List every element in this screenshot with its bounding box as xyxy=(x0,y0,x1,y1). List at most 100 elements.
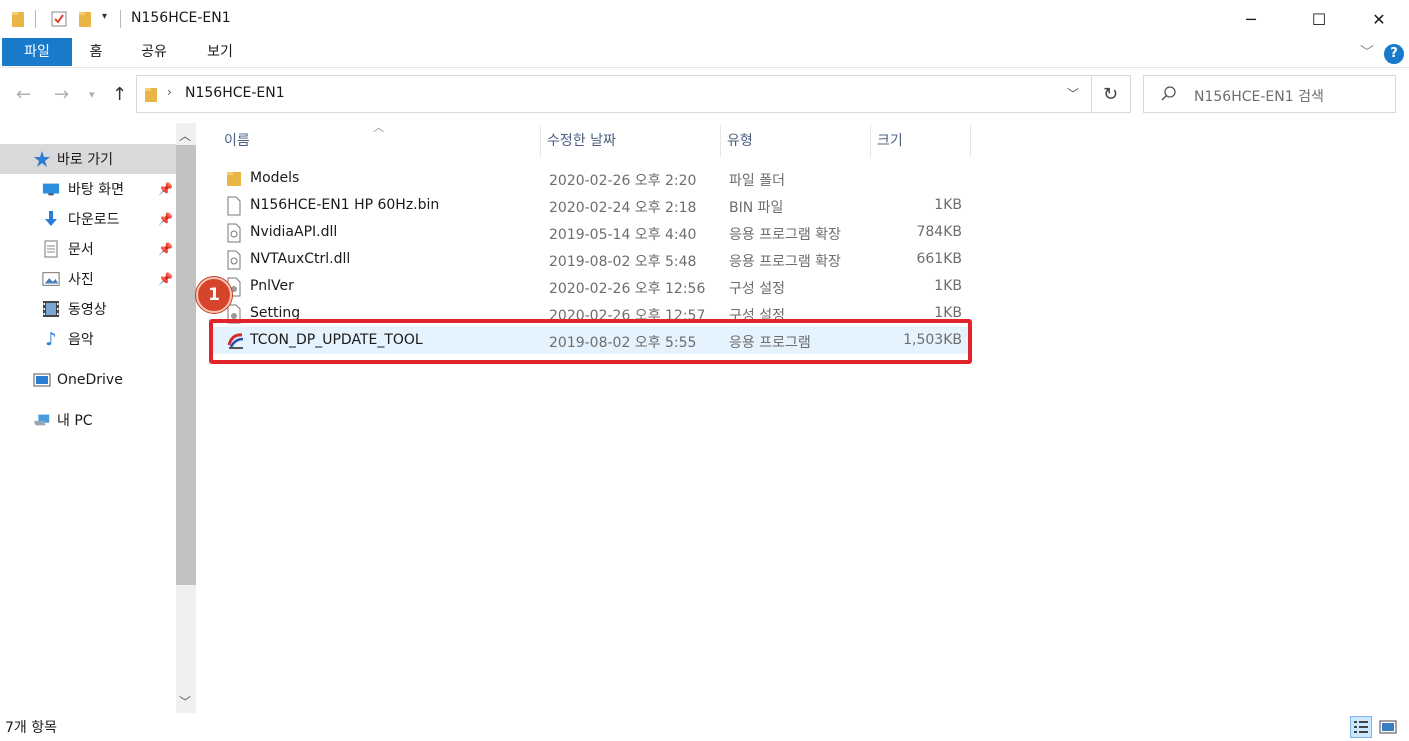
sidebar-item-label: 문서 xyxy=(68,242,94,258)
file-date: 2019-08-02 오후 5:55 xyxy=(549,335,697,351)
new-folder-icon[interactable] xyxy=(78,10,92,32)
expand-ribbon-icon[interactable]: ﹀ xyxy=(1360,42,1374,62)
file-row[interactable]: PnlVer 2020-02-26 오후 12:56 구성 설정 1KB xyxy=(210,273,970,300)
file-type: 구성 설정 xyxy=(729,281,785,297)
sidebar-item-pictures[interactable]: 사진 📌 xyxy=(0,264,176,294)
sidebar-item-label: 내 PC xyxy=(57,413,93,429)
close-button[interactable]: ✕ xyxy=(1356,0,1402,38)
config-icon xyxy=(226,304,244,324)
sidebar-item-documents[interactable]: 문서 📌 xyxy=(0,234,176,264)
sidebar-item-label: 음악 xyxy=(68,332,94,348)
file-name: NvidiaAPI.dll xyxy=(250,224,338,240)
file-row[interactable]: NVTAuxCtrl.dll 2019-08-02 오후 5:48 응용 프로그… xyxy=(210,246,970,273)
address-path[interactable]: N156HCE-EN1 xyxy=(185,85,285,101)
pin-icon[interactable]: 📌 xyxy=(158,212,173,226)
back-arrow-icon[interactable]: ← xyxy=(16,84,31,105)
sidebar-item-downloads[interactable]: 다운로드 📌 xyxy=(0,204,176,234)
picture-icon xyxy=(42,270,60,288)
separator xyxy=(120,10,121,28)
file-row[interactable]: Setting 2020-02-26 오후 12:57 구성 설정 1KB xyxy=(210,300,970,327)
maximize-button[interactable]: ☐ xyxy=(1296,0,1342,38)
sidebar-item-label: 바로 가기 xyxy=(57,152,113,168)
tab-share[interactable]: 공유 xyxy=(130,38,178,66)
pin-icon[interactable]: 📌 xyxy=(158,272,173,286)
ribbon-tabs: 파일 홈 공유 보기 ﹀ ? xyxy=(0,38,1409,68)
file-row[interactable]: N156HCE-EN1 HP 60Hz.bin 2020-02-24 오후 2:… xyxy=(210,192,970,219)
file-name: Setting xyxy=(250,305,301,321)
pin-icon[interactable]: 📌 xyxy=(158,242,173,256)
file-icon xyxy=(226,196,244,216)
sidebar-item-label: 바탕 화면 xyxy=(68,182,124,198)
file-date: 2020-02-26 오후 2:20 xyxy=(549,173,697,189)
file-date: 2019-08-02 오후 5:48 xyxy=(549,254,697,270)
folder-icon xyxy=(11,10,25,32)
up-arrow-icon[interactable]: ↑ xyxy=(112,84,127,105)
tab-file[interactable]: 파일 xyxy=(2,38,72,66)
help-button[interactable]: ? xyxy=(1384,44,1404,64)
file-date: 2020-02-24 오후 2:18 xyxy=(549,200,697,216)
music-icon: ♪ xyxy=(45,328,57,350)
file-type: 구성 설정 xyxy=(729,308,785,324)
details-view-icon xyxy=(1354,721,1368,733)
file-name: Models xyxy=(250,170,300,186)
desktop-icon xyxy=(42,180,60,198)
scroll-down-icon[interactable]: ﹀ xyxy=(179,693,191,710)
pin-icon[interactable]: 📌 xyxy=(158,182,173,196)
status-bar: 7개 항목 xyxy=(0,713,1409,741)
column-header-date[interactable]: 수정한 날짜 xyxy=(541,125,721,157)
step-badge: 1 xyxy=(196,277,232,313)
sidebar-item-label: 다운로드 xyxy=(68,212,120,228)
column-header-type[interactable]: 유형 xyxy=(721,125,871,157)
dll-icon xyxy=(226,250,244,270)
scrollbar-thumb[interactable] xyxy=(176,145,196,585)
file-row[interactable]: Models 2020-02-26 오후 2:20 파일 폴더 xyxy=(210,165,970,192)
sidebar-item-label: 동영상 xyxy=(68,302,107,318)
dll-icon xyxy=(226,223,244,243)
sidebar-item-label: 사진 xyxy=(68,272,94,288)
separator xyxy=(35,10,36,28)
properties-icon[interactable] xyxy=(50,10,68,32)
column-header-name[interactable]: 이름 xyxy=(218,125,541,157)
file-row[interactable]: NvidiaAPI.dll 2019-05-14 오후 4:40 응용 프로그램… xyxy=(210,219,970,246)
refresh-icon: ↻ xyxy=(1102,83,1119,105)
file-name: TCON_DP_UPDATE_TOOL xyxy=(250,332,423,348)
scroll-up-icon[interactable]: ︿ xyxy=(179,127,191,144)
sidebar-item-onedrive[interactable]: OneDrive xyxy=(0,365,176,395)
refresh-button[interactable]: ↻ xyxy=(1091,75,1131,113)
file-size: 661KB xyxy=(916,251,962,267)
tab-view[interactable]: 보기 xyxy=(196,38,244,66)
column-header-size[interactable]: 크기 xyxy=(871,125,971,157)
search-input[interactable]: N156HCE-EN1 검색 xyxy=(1143,75,1396,113)
customize-dropdown-icon[interactable]: ▾ xyxy=(102,11,107,22)
file-date: 2020-02-26 오후 12:56 xyxy=(549,281,706,297)
forward-arrow-icon[interactable]: → xyxy=(54,84,69,105)
document-icon xyxy=(42,240,60,258)
file-list: ︿ 이름 수정한 날짜 유형 크기 Models 2020-02-26 오후 2… xyxy=(196,121,1409,713)
navigation-pane: 바로 가기 바탕 화면 📌 다운로드 📌 문서 📌 사진 📌 동영상 ♪ 음악 … xyxy=(0,123,176,713)
sidebar-item-this-pc[interactable]: 내 PC xyxy=(0,405,176,435)
search-placeholder: N156HCE-EN1 검색 xyxy=(1194,89,1324,105)
file-size: 1KB xyxy=(934,197,962,213)
file-type: 파일 폴더 xyxy=(729,173,785,189)
sidebar-item-music[interactable]: ♪ 음악 xyxy=(0,324,176,354)
file-type: 응용 프로그램 확장 xyxy=(729,227,841,243)
file-row-selected[interactable]: TCON_DP_UPDATE_TOOL 2019-08-02 오후 5:55 응… xyxy=(210,327,970,354)
folder-icon xyxy=(144,86,158,107)
details-view-button[interactable] xyxy=(1350,716,1372,738)
sidebar-item-videos[interactable]: 동영상 xyxy=(0,294,176,324)
sidebar-item-quick-access[interactable]: 바로 가기 xyxy=(0,144,176,174)
chevron-down-icon[interactable]: ﹀ xyxy=(1067,85,1079,102)
search-icon xyxy=(1160,85,1178,107)
app-icon xyxy=(226,331,244,351)
file-type: BIN 파일 xyxy=(729,200,784,216)
address-bar[interactable]: › N156HCE-EN1 ﹀ xyxy=(136,75,1092,113)
title-bar: ▾ N156HCE-EN1 ─ ☐ ✕ xyxy=(0,0,1409,38)
recent-locations-icon[interactable]: ▾ xyxy=(89,88,95,101)
sidebar-item-desktop[interactable]: 바탕 화면 📌 xyxy=(0,174,176,204)
minimize-button[interactable]: ─ xyxy=(1228,0,1274,38)
vertical-scrollbar[interactable]: ︿ ﹀ xyxy=(176,123,196,713)
chevron-right-icon[interactable]: › xyxy=(167,85,172,99)
file-date: 2019-05-14 오후 4:40 xyxy=(549,227,697,243)
large-icons-view-button[interactable] xyxy=(1377,716,1399,738)
tab-home[interactable]: 홈 xyxy=(82,38,110,66)
